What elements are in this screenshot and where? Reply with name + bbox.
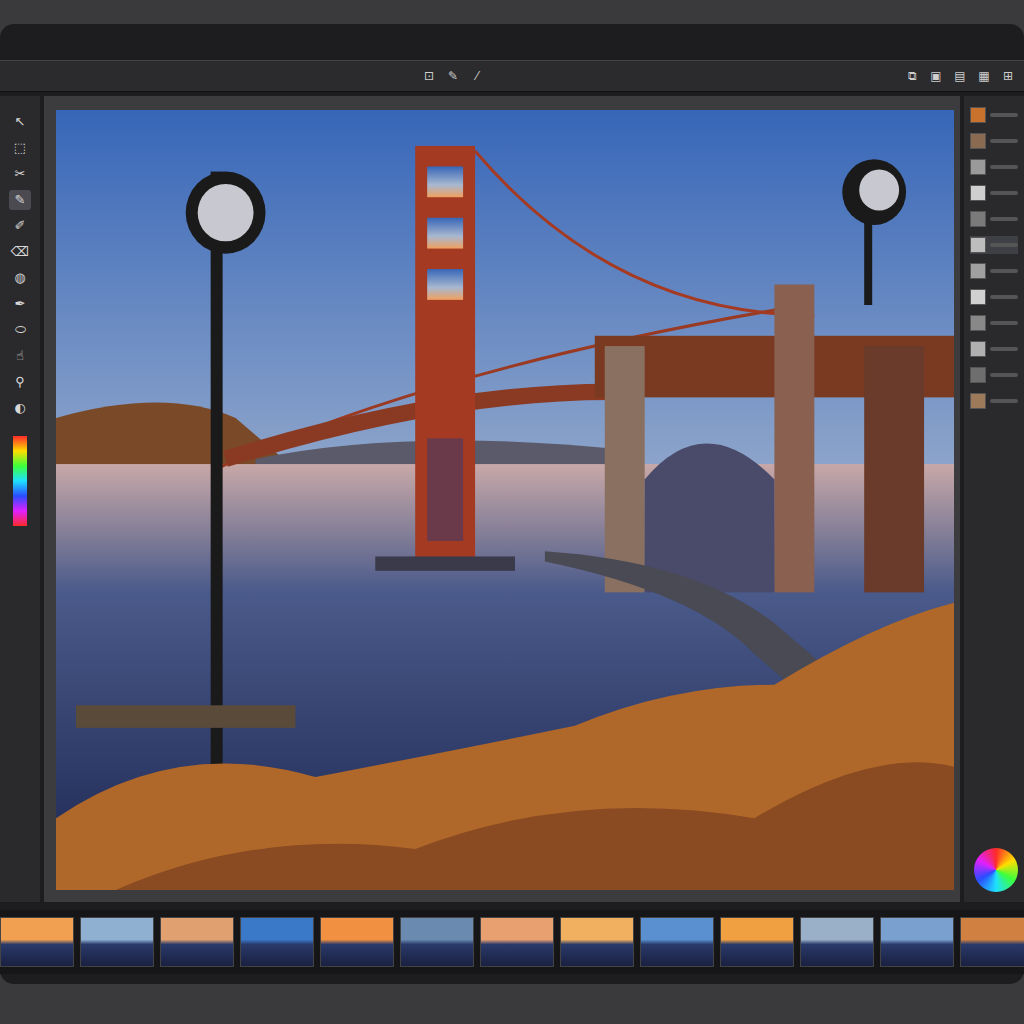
panel-line (990, 243, 1018, 247)
color-spectrum[interactable] (13, 436, 27, 526)
panel-row[interactable] (970, 210, 1018, 228)
panel-swatch (970, 185, 986, 201)
filmstrip-thumbnail[interactable] (640, 917, 714, 967)
panel-row[interactable] (970, 288, 1018, 306)
device-frame: ⊡ ✎ ⁄ ⧉ ▣ ▤ ▦ ⊞ ↖ ⬚ ✂ ✎ ✐ ⌫ ◍ ✒ ⬭ ☝ ⚲ ◐ (0, 0, 1024, 1024)
panel-swatch (970, 393, 986, 409)
filmstrip-thumbnail[interactable] (960, 917, 1024, 967)
right-panel (964, 96, 1024, 902)
color-wheel[interactable] (974, 848, 1018, 892)
tool-button[interactable]: ☝ (9, 346, 31, 366)
panel-swatch (970, 159, 986, 175)
toolbar-panel-icon[interactable]: ▦ (976, 68, 992, 84)
toolbar-tool-icon[interactable]: ⁄ (469, 68, 485, 84)
panel-row[interactable] (970, 184, 1018, 202)
panel-line (990, 347, 1018, 351)
toolbar-right: ⧉ ▣ ▤ ▦ ⊞ (904, 68, 1016, 84)
tools-panel: ↖ ⬚ ✂ ✎ ✐ ⌫ ◍ ✒ ⬭ ☝ ⚲ ◐ (0, 96, 40, 902)
tool-button[interactable]: ⌫ (9, 242, 31, 262)
panel-row[interactable] (970, 132, 1018, 150)
panel-swatch (970, 237, 986, 253)
panel-swatch (970, 367, 986, 383)
canvas-area (44, 96, 960, 902)
filmstrip-thumbnail[interactable] (0, 917, 74, 967)
toolbar-tool-icon[interactable]: ✎ (445, 68, 461, 84)
panel-line (990, 113, 1018, 117)
panel-line (990, 217, 1018, 221)
toolbar-panel-icon[interactable]: ⊞ (1000, 68, 1016, 84)
tool-button[interactable]: ⚲ (9, 372, 31, 392)
tool-button[interactable]: ⬚ (9, 138, 31, 158)
panel-swatch (970, 341, 986, 357)
panel-row[interactable] (970, 392, 1018, 410)
panel-swatch (970, 263, 986, 279)
panel-row[interactable] (970, 236, 1018, 254)
panel-line (990, 165, 1018, 169)
panel-row[interactable] (970, 340, 1018, 358)
tool-button[interactable]: ✂ (9, 164, 31, 184)
workspace: ↖ ⬚ ✂ ✎ ✐ ⌫ ◍ ✒ ⬭ ☝ ⚲ ◐ (0, 92, 1024, 902)
panel-row[interactable] (970, 314, 1018, 332)
filmstrip-thumbnail[interactable] (160, 917, 234, 967)
toolbar-panel-icon[interactable]: ▤ (952, 68, 968, 84)
toolbar-center: ⊡ ✎ ⁄ (421, 68, 485, 84)
panel-line (990, 399, 1018, 403)
tool-button[interactable]: ◐ (9, 398, 31, 418)
photo[interactable] (56, 110, 954, 890)
tool-button[interactable]: ✎ (9, 190, 31, 210)
panel-row[interactable] (970, 262, 1018, 280)
panel-swatch (970, 133, 986, 149)
filmstrip-thumbnail[interactable] (400, 917, 474, 967)
panel-row[interactable] (970, 106, 1018, 124)
panel-swatch (970, 211, 986, 227)
tool-button[interactable]: ✒ (9, 294, 31, 314)
panel-row[interactable] (970, 366, 1018, 384)
panel-swatch (970, 107, 986, 123)
tool-button[interactable]: ⬭ (9, 320, 31, 340)
panel-line (990, 295, 1018, 299)
filmstrip-thumbnail[interactable] (720, 917, 794, 967)
tool-button[interactable]: ◍ (9, 268, 31, 288)
filmstrip-thumbnail[interactable] (880, 917, 954, 967)
filmstrip-thumbnail[interactable] (240, 917, 314, 967)
filmstrip-thumbnail[interactable] (80, 917, 154, 967)
filmstrip-thumbnail[interactable] (320, 917, 394, 967)
toolbar-panel-icon[interactable]: ▣ (928, 68, 944, 84)
tool-button[interactable]: ↖ (9, 112, 31, 132)
filmstrip-thumbnail[interactable] (560, 917, 634, 967)
filmstrip (0, 910, 1024, 974)
panel-line (990, 373, 1018, 377)
filmstrip-thumbnail[interactable] (480, 917, 554, 967)
panel-row[interactable] (970, 158, 1018, 176)
panel-line (990, 269, 1018, 273)
panel-line (990, 321, 1018, 325)
filmstrip-thumbnail[interactable] (800, 917, 874, 967)
tool-button[interactable]: ✐ (9, 216, 31, 236)
app-window: ⊡ ✎ ⁄ ⧉ ▣ ▤ ▦ ⊞ ↖ ⬚ ✂ ✎ ✐ ⌫ ◍ ✒ ⬭ ☝ ⚲ ◐ (0, 24, 1024, 984)
toolbar-panel-icon[interactable]: ⧉ (904, 68, 920, 84)
top-toolbar: ⊡ ✎ ⁄ ⧉ ▣ ▤ ▦ ⊞ (0, 60, 1024, 92)
panel-line (990, 191, 1018, 195)
panel-swatch (970, 289, 986, 305)
panel-line (990, 139, 1018, 143)
panel-swatch (970, 315, 986, 331)
toolbar-tool-icon[interactable]: ⊡ (421, 68, 437, 84)
